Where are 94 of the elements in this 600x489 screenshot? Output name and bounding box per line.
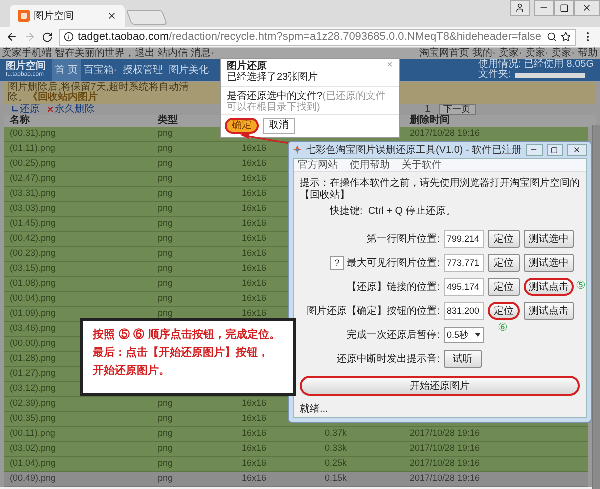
notice-text: 图片删除后,将保留7天,超时系统将自动清除。《回收站内图片 bbox=[8, 83, 190, 103]
table-cell-text: (00,49).png bbox=[10, 472, 56, 486]
step-marker: ⑥ bbox=[498, 323, 508, 334]
table-cell-text: (00,23).png bbox=[10, 247, 56, 260]
table-cell: 16x16 bbox=[242, 413, 267, 424]
table-cell: png bbox=[158, 398, 174, 408]
table-cell: png bbox=[158, 218, 174, 228]
table-cell-text: (03,02).png bbox=[10, 442, 56, 456]
table-cell: 2017/10/28 19:16 bbox=[410, 128, 480, 138]
status-text: 就绪... bbox=[300, 402, 330, 417]
usage-text: 使用情况: 已经使用 8.05G bbox=[478, 60, 594, 70]
table-cell-text: (02,39).png bbox=[10, 397, 56, 410]
table-cell: png bbox=[158, 278, 174, 288]
field-label: 第一行图片位置: bbox=[367, 232, 440, 246]
table-cell-text: (00,25).png bbox=[10, 157, 56, 170]
table-cell-text: (03,15).png bbox=[10, 262, 56, 276]
note-line: 开始还原图片。 bbox=[93, 364, 171, 378]
table-cell: png bbox=[158, 263, 174, 274]
table-cell-text: (01,27).png bbox=[10, 367, 56, 380]
tab-title: 图片空间 bbox=[34, 10, 75, 24]
shortcut-text: 快捷键: Ctrl + Q 停止还原。 bbox=[328, 206, 457, 218]
note-line: 按照 ⑤ ⑥ 顺序点击按钮，完成定位。 bbox=[93, 328, 282, 342]
table-cell: 16x16 bbox=[242, 398, 267, 408]
table-cell: 16x16 bbox=[242, 263, 267, 274]
url-text: tadget.taobao.com/redaction/recycle.htm?spm=a1z28.7093685.0.0.NMeqT8&hideheader=false bbox=[78, 32, 543, 42]
table-cell-text: (01,04).png bbox=[10, 457, 56, 470]
table-cell: 16x16 bbox=[242, 443, 267, 454]
table-cell: 16x16 bbox=[242, 158, 267, 168]
table-cell: 2017/10/28 19:16 bbox=[410, 473, 480, 484]
table-cell: 16x16 bbox=[242, 293, 267, 304]
table-cell: 2017/10/28 19:16 bbox=[410, 458, 480, 468]
dialog-title: 图片还原 bbox=[227, 61, 268, 72]
table-cell: 0.25k bbox=[325, 458, 348, 468]
table-cell: png bbox=[158, 413, 174, 424]
field-label: 完成一次还原后暂停: bbox=[347, 328, 440, 342]
table-cell: 2017/10/28 19:16 bbox=[410, 428, 480, 438]
field-label: 最大可见行图片位置: bbox=[347, 256, 440, 270]
table-cell-text: (02,47).png bbox=[10, 172, 56, 186]
table-cell: png bbox=[158, 158, 174, 168]
table-cell-text: (00,31).png bbox=[10, 127, 56, 140]
table-cell: png bbox=[158, 188, 174, 198]
table-cell-text: (01,11).png bbox=[10, 142, 56, 156]
table-cell: 0.37k bbox=[325, 428, 348, 438]
table-cell: png bbox=[158, 443, 174, 454]
window-title: 七彩色淘宝图片误删还原工具(V1.0) - 软件已注册 bbox=[306, 144, 522, 158]
table-cell-text: (00,11).png bbox=[10, 427, 56, 440]
note-line: 最后：点击【开始还原图片】按钮， bbox=[93, 346, 270, 360]
table-cell: 16x16 bbox=[242, 188, 267, 198]
table-cell: 16x16 bbox=[242, 473, 267, 484]
table-cell-text: (01,45).png bbox=[10, 217, 56, 230]
table-cell-text: (01,09).png bbox=[10, 307, 56, 320]
dialog-subtitle: 已经选择了23张图片 bbox=[227, 72, 318, 83]
table-cell: 16x16 bbox=[242, 278, 267, 288]
table-cell-text: (01,08).png bbox=[10, 277, 56, 290]
table-cell: 2017/10/28 19:16 bbox=[410, 443, 480, 454]
hint-text: 提示：在操作本软件之前，请先使用浏览器打开淘宝图片空间的【回收站】 bbox=[300, 178, 580, 202]
table-cell: 0.15k bbox=[325, 473, 348, 484]
table-cell: png bbox=[158, 143, 174, 154]
table-cell-text: (00,35).png bbox=[10, 412, 56, 426]
table-cell: png bbox=[158, 203, 174, 214]
field-label: 【还原】链接的位置: bbox=[347, 280, 440, 294]
table-cell-text: (03,12).png bbox=[10, 382, 56, 396]
table-cell: png bbox=[158, 473, 174, 484]
table-cell-text: (01,28).png bbox=[10, 352, 56, 366]
folder-label: 文件夹: bbox=[478, 70, 512, 80]
table-cell: png bbox=[158, 128, 174, 138]
table-cell: 16x16 bbox=[242, 428, 267, 438]
table-cell: 16x16 bbox=[242, 458, 267, 468]
step-marker: ⑤ bbox=[576, 281, 586, 292]
table-cell: 16x16 bbox=[242, 248, 267, 258]
table-cell: 16x16 bbox=[242, 218, 267, 228]
table-cell: 16x16 bbox=[242, 173, 267, 184]
table-cell: 16x16 bbox=[242, 203, 267, 214]
table-cell: 0.33k bbox=[325, 443, 348, 454]
field-label: 还原中断时发出提示音: bbox=[337, 352, 440, 366]
field-label: 图片还原【确定】按钮的位置: bbox=[307, 304, 440, 318]
table-cell: png bbox=[158, 458, 174, 468]
table-cell: png bbox=[158, 308, 174, 318]
table-cell: png bbox=[158, 173, 174, 184]
table-cell-text: (03,03).png bbox=[10, 202, 56, 216]
dialog-message: 是否还原选中的文件?(已还原的文件可以在根目录下找到) bbox=[227, 91, 386, 113]
table-cell: png bbox=[158, 428, 174, 438]
table-cell-text: (00,04).png bbox=[10, 292, 56, 306]
table-cell: png bbox=[158, 248, 174, 258]
table-cell: 16x16 bbox=[242, 308, 267, 318]
table-cell-text: (03,31).png bbox=[10, 187, 56, 200]
table-cell: png bbox=[158, 293, 174, 304]
table-cell: 16x16 bbox=[242, 143, 267, 154]
table-cell: png bbox=[158, 233, 174, 244]
table-cell-text: (00,42).png bbox=[10, 232, 56, 246]
table-cell-text: (00,00).png bbox=[10, 337, 56, 350]
table-cell-text: (03,46).png bbox=[10, 322, 56, 336]
site-logo: 图片空间 bbox=[6, 62, 46, 72]
table-cell: 16x16 bbox=[242, 233, 267, 244]
